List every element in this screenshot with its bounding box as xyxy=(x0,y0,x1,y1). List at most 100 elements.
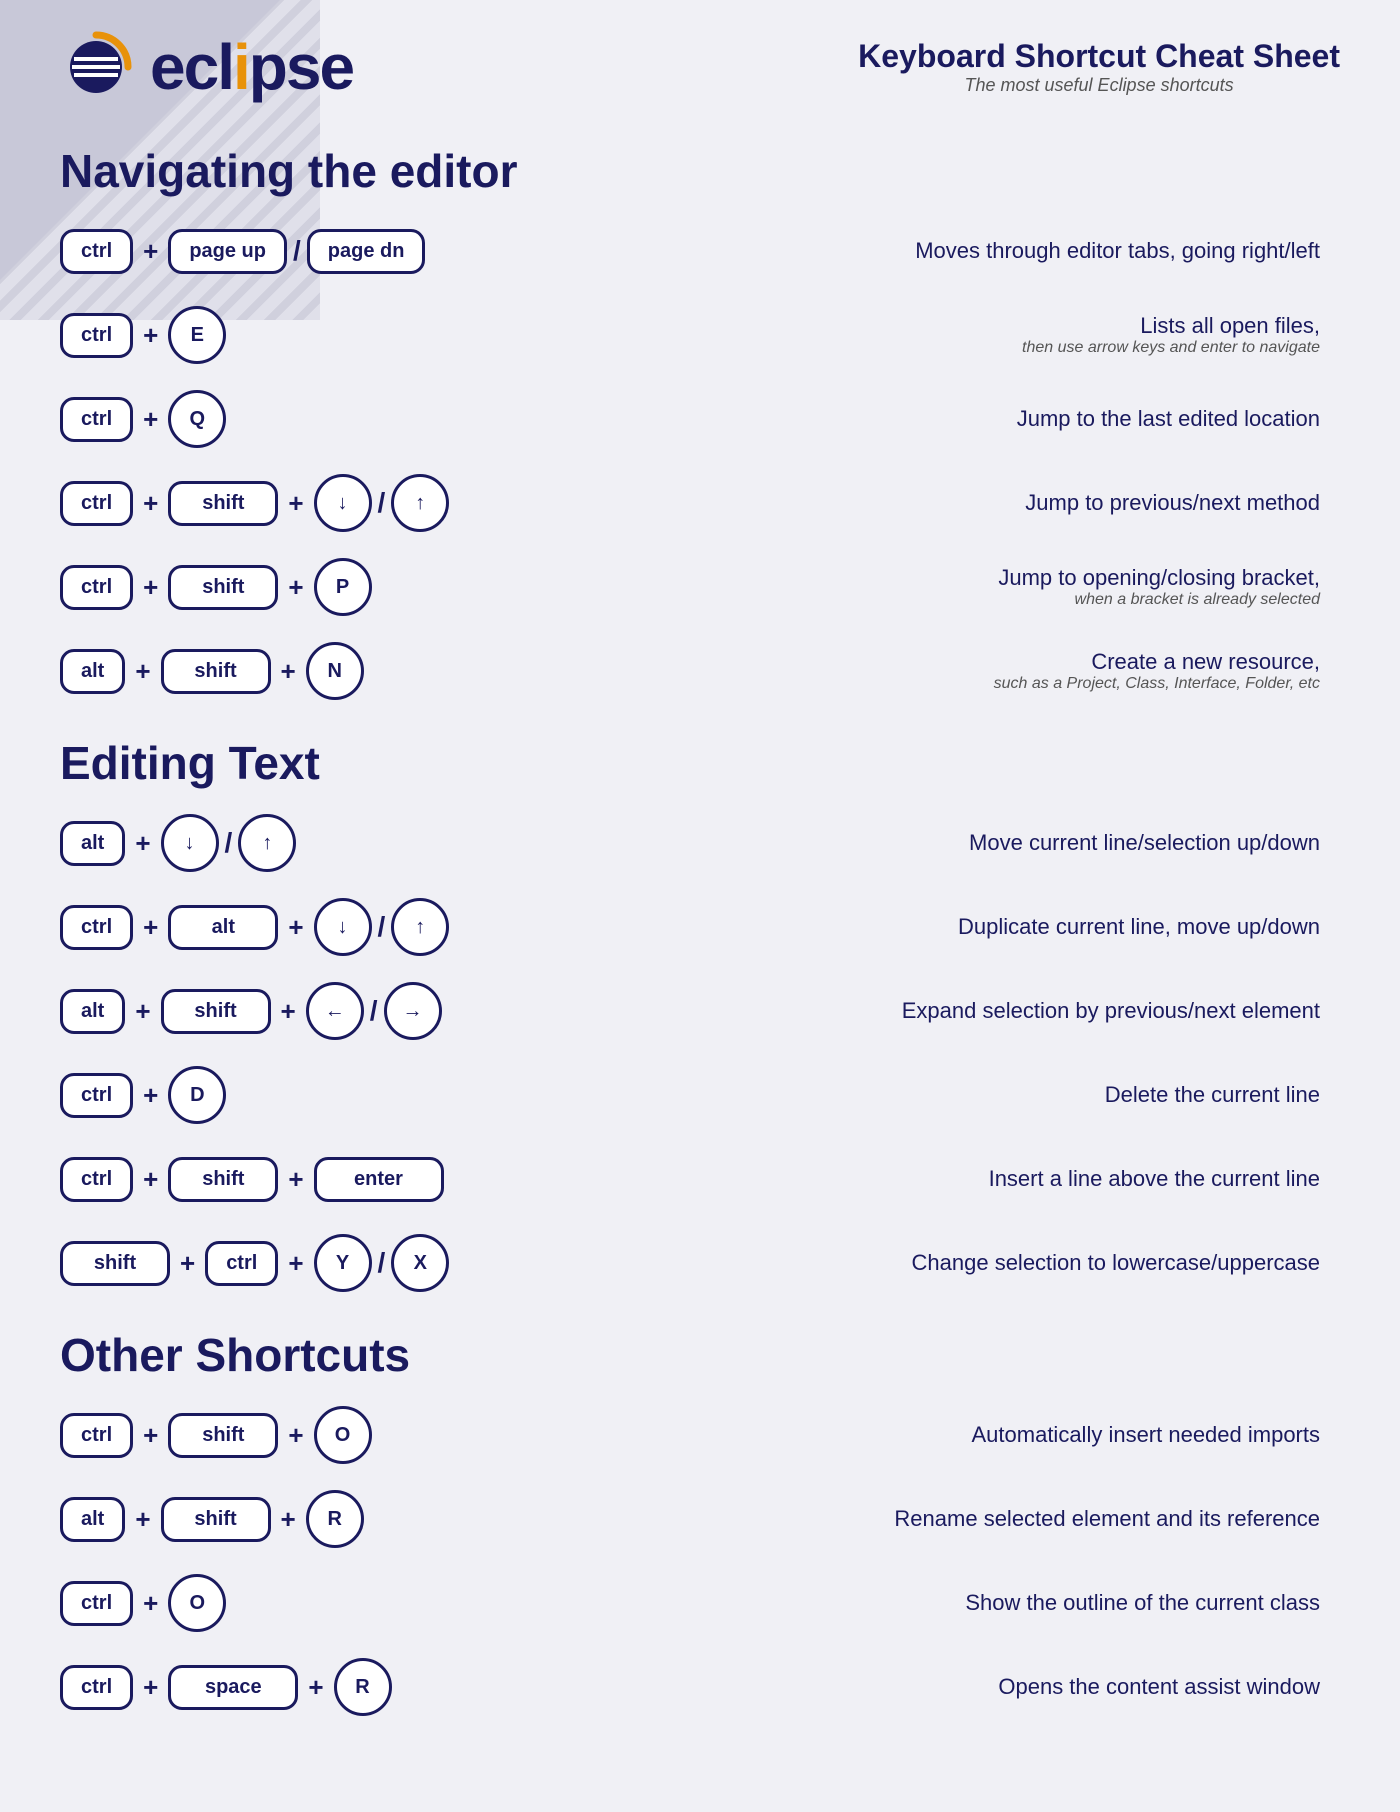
logo: eclipse xyxy=(60,30,353,104)
description-main: Automatically insert needed imports xyxy=(620,1422,1320,1448)
key-shift: shift xyxy=(161,649,271,694)
plus-sign: + xyxy=(135,1504,150,1535)
key-arrow-down xyxy=(161,814,219,872)
description-main: Lists all open files, xyxy=(620,313,1320,339)
key-alt: alt xyxy=(60,649,125,694)
description-area: Expand selection by previous/next elemen… xyxy=(620,998,1340,1024)
description-main: Expand selection by previous/next elemen… xyxy=(620,998,1320,1024)
plus-sign: + xyxy=(143,1080,158,1111)
key-shift: shift xyxy=(60,1241,170,1286)
key-r: R xyxy=(306,1490,364,1548)
slash-sign: / xyxy=(378,1247,386,1279)
plus-sign: + xyxy=(135,996,150,1027)
description-sub: such as a Project, Class, Interface, Fol… xyxy=(620,675,1320,693)
key-n: N xyxy=(306,642,364,700)
description-main: Duplicate current line, move up/down xyxy=(620,914,1320,940)
key-arrow-down xyxy=(314,474,372,532)
plus-sign: + xyxy=(143,1672,158,1703)
description-main: Create a new resource, xyxy=(620,649,1320,675)
plus-sign: + xyxy=(281,1504,296,1535)
description-area: Automatically insert needed imports xyxy=(620,1422,1340,1448)
plus-sign: + xyxy=(143,404,158,435)
description-area: Lists all open files, then use arrow key… xyxy=(620,313,1340,357)
keys-area: ctrl + shift + / xyxy=(60,474,620,532)
key-ctrl: ctrl xyxy=(60,229,133,274)
section-other-title: Other Shortcuts xyxy=(60,1328,1340,1382)
logo-accent-i: i xyxy=(233,31,249,103)
keys-area: ctrl + alt + / xyxy=(60,898,620,956)
key-alt: alt xyxy=(60,1497,125,1542)
description-main: Change selection to lowercase/uppercase xyxy=(620,1250,1320,1276)
keys-area: alt + shift + N xyxy=(60,642,620,700)
description-main: Jump to previous/next method xyxy=(620,490,1320,516)
slash-sign: / xyxy=(370,995,378,1027)
keys-area: ctrl + page up / page dn xyxy=(60,229,620,274)
key-r: R xyxy=(334,1658,392,1716)
description-area: Duplicate current line, move up/down xyxy=(620,914,1340,940)
description-area: Insert a line above the current line xyxy=(620,1166,1340,1192)
description-area: Jump to previous/next method xyxy=(620,490,1340,516)
shortcut-row: ctrl + page up / page dn Moves through e… xyxy=(60,216,1340,286)
key-space: space xyxy=(168,1665,298,1710)
description-area: Create a new resource, such as a Project… xyxy=(620,649,1340,693)
key-y: Y xyxy=(314,1234,372,1292)
plus-sign: + xyxy=(288,912,303,943)
key-ctrl: ctrl xyxy=(60,397,133,442)
keys-area: ctrl + O xyxy=(60,1574,620,1632)
shortcut-row: ctrl + shift + / Jump to previous/next m… xyxy=(60,468,1340,538)
shortcut-row: alt + / Move current line/selection up/d… xyxy=(60,808,1340,878)
key-ctrl: ctrl xyxy=(60,1665,133,1710)
slash-sign: / xyxy=(225,827,233,859)
key-ctrl: ctrl xyxy=(60,1073,133,1118)
shortcut-row: ctrl + Q Jump to the last edited locatio… xyxy=(60,384,1340,454)
shortcut-row: ctrl + shift + P Jump to opening/closing… xyxy=(60,552,1340,622)
plus-sign: + xyxy=(288,1248,303,1279)
keys-area: alt + shift + / xyxy=(60,982,620,1040)
plus-sign: + xyxy=(143,572,158,603)
keys-area: ctrl + shift + P xyxy=(60,558,620,616)
plus-sign: + xyxy=(135,656,150,687)
shortcut-row: ctrl + E Lists all open files, then use … xyxy=(60,300,1340,370)
key-shift: shift xyxy=(168,1413,278,1458)
key-ctrl: ctrl xyxy=(60,481,133,526)
key-arrow-up xyxy=(391,474,449,532)
key-ctrl: ctrl xyxy=(60,1581,133,1626)
shortcut-row: ctrl + O Show the outline of the current… xyxy=(60,1568,1340,1638)
key-arrow-up xyxy=(238,814,296,872)
shortcut-row: ctrl + shift + O Automatically insert ne… xyxy=(60,1400,1340,1470)
description-area: Moves through editor tabs, going right/l… xyxy=(620,238,1340,264)
description-area: Show the outline of the current class xyxy=(620,1590,1340,1616)
key-arrow-down xyxy=(314,898,372,956)
cheat-sheet-title: Keyboard Shortcut Cheat Sheet xyxy=(858,38,1340,75)
description-main: Move current line/selection up/down xyxy=(620,830,1320,856)
plus-sign: + xyxy=(135,828,150,859)
description-main: Jump to opening/closing bracket, xyxy=(620,565,1320,591)
key-shift: shift xyxy=(161,1497,271,1542)
shortcut-row: ctrl + alt + / Duplicate current line, m… xyxy=(60,892,1340,962)
key-ctrl: ctrl xyxy=(60,313,133,358)
plus-sign: + xyxy=(281,656,296,687)
plus-sign: + xyxy=(143,1420,158,1451)
plus-sign: + xyxy=(180,1248,195,1279)
section-editing-title: Editing Text xyxy=(60,736,1340,790)
description-main: Jump to the last edited location xyxy=(620,406,1320,432)
description-area: Delete the current line xyxy=(620,1082,1340,1108)
slash-sign: / xyxy=(378,911,386,943)
eclipse-logo-icon xyxy=(60,31,132,103)
shortcut-row: ctrl + space + R Opens the content assis… xyxy=(60,1652,1340,1722)
description-area: Move current line/selection up/down xyxy=(620,830,1340,856)
description-area: Jump to the last edited location xyxy=(620,406,1340,432)
description-main: Moves through editor tabs, going right/l… xyxy=(620,238,1320,264)
shortcut-row: ctrl + D Delete the current line xyxy=(60,1060,1340,1130)
key-shift: shift xyxy=(168,1157,278,1202)
plus-sign: + xyxy=(143,488,158,519)
key-o: O xyxy=(168,1574,226,1632)
logo-text: eclipse xyxy=(150,30,353,104)
description-sub: then use arrow keys and enter to navigat… xyxy=(620,339,1320,357)
keys-area: ctrl + shift + O xyxy=(60,1406,620,1464)
shortcut-row: shift + ctrl + Y / X Change selection to… xyxy=(60,1228,1340,1298)
plus-sign: + xyxy=(288,1420,303,1451)
description-sub: when a bracket is already selected xyxy=(620,591,1320,609)
shortcut-row: ctrl + shift + enter Insert a line above… xyxy=(60,1144,1340,1214)
plus-sign: + xyxy=(143,236,158,267)
